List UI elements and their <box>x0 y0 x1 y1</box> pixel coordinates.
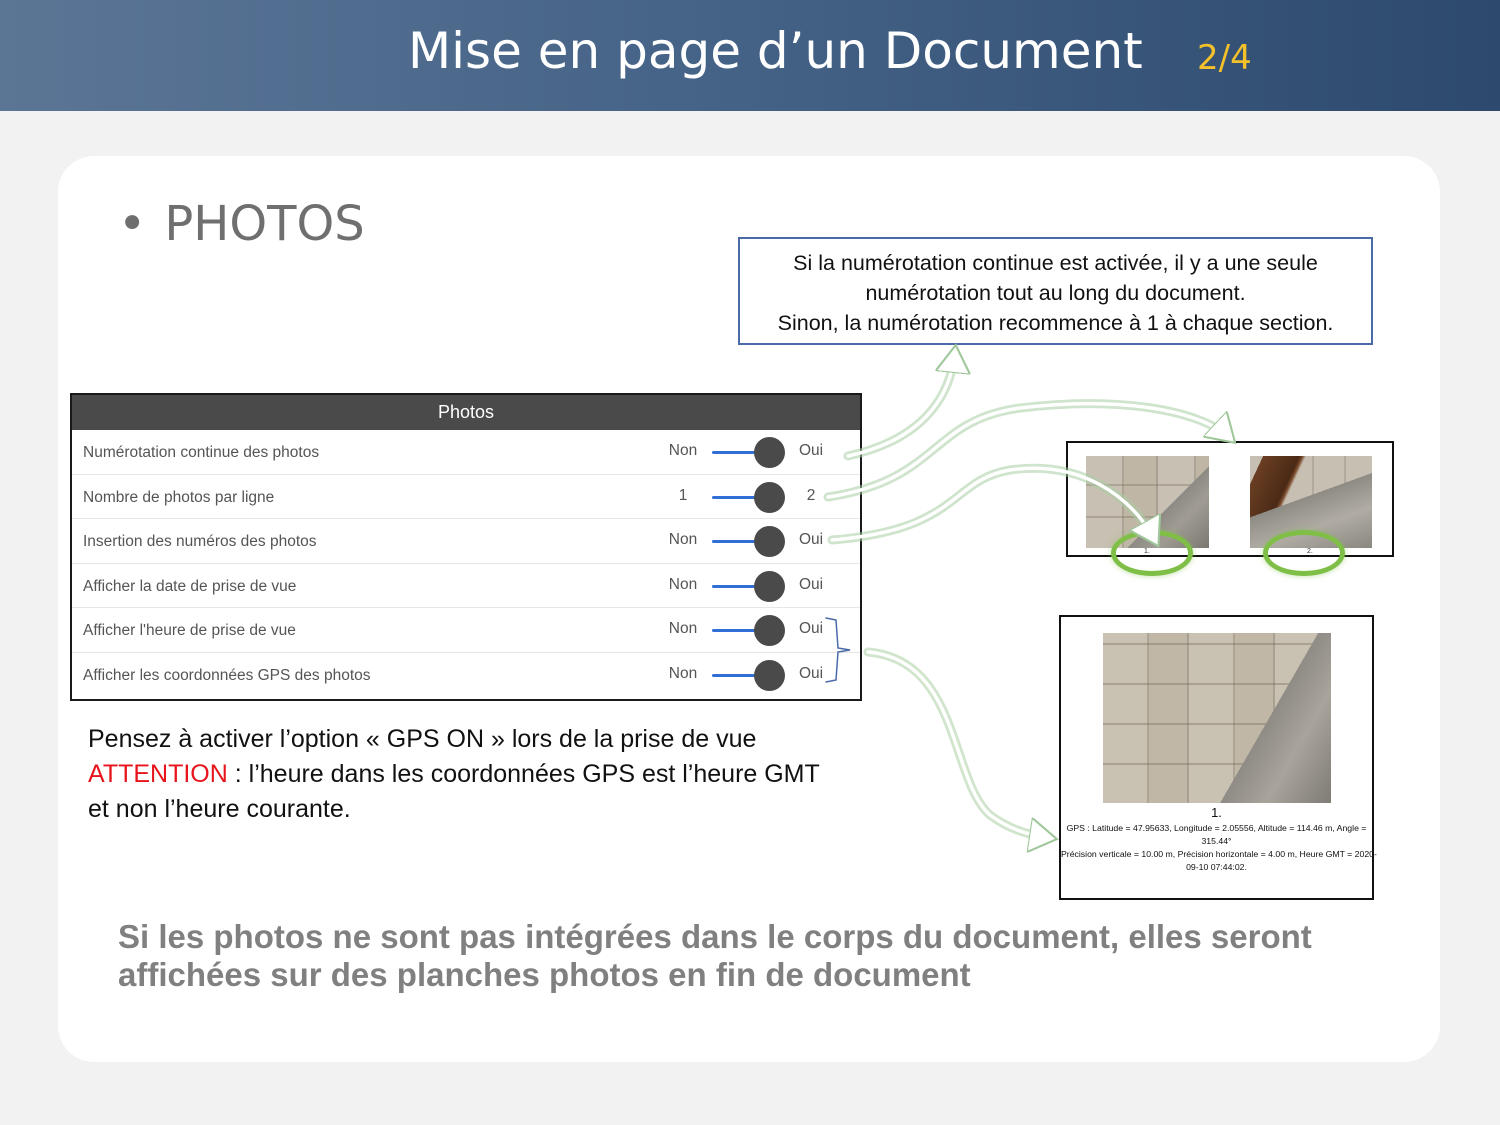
setting-row-show-gps: Afficher les coordonnées GPS des photos … <box>72 653 860 698</box>
toggle-knob[interactable] <box>754 659 785 691</box>
toggle-off-label[interactable]: Non <box>663 665 703 683</box>
setting-label: Insertion des numéros des photos <box>83 533 317 551</box>
toggle-knob[interactable] <box>754 570 785 602</box>
note-line: ATTENTION : l’heure dans les coordonnées… <box>88 757 820 792</box>
info-line: Si la numérotation continue est activée,… <box>793 251 1318 275</box>
slide-header: Mise en page d’un Document 2/4 <box>0 0 1500 111</box>
gps-line: GPS : Latitude = 47.95633, Longitude = 2… <box>1066 823 1367 833</box>
slide-title: Mise en page d’un Document <box>408 22 1143 80</box>
photo-number: 1. <box>1211 805 1222 820</box>
toggle-on-label[interactable]: Oui <box>794 620 828 638</box>
setting-label: Nombre de photos par ligne <box>83 488 275 506</box>
section-title: • PHOTOS <box>118 196 365 252</box>
note-line: et non l’heure courante. <box>88 795 351 823</box>
footer-line: Si les photos ne sont pas intégrées dans… <box>118 918 1312 955</box>
highlight-circle <box>1263 530 1345 576</box>
toggle-off-label[interactable]: Non <box>663 576 703 594</box>
photos-settings-panel: Photos Numérotation continue des photos … <box>70 393 862 701</box>
numbering-info-box: Si la numérotation continue est activée,… <box>738 237 1373 345</box>
toggle-on-label[interactable]: Oui <box>794 531 828 549</box>
setting-label: Afficher la date de prise de vue <box>83 577 297 595</box>
setting-row-insert-numbers: Insertion des numéros des photos Non Oui <box>72 519 860 564</box>
toggle-on-label[interactable]: Oui <box>794 442 828 460</box>
info-line: Sinon, la numérotation recommence à 1 à … <box>777 311 1334 335</box>
page-number: 2/4 <box>1197 38 1252 78</box>
note-text: : l’heure dans les coordonnées GPS est l… <box>227 760 820 788</box>
gps-line: 09-10 07:44:02. <box>1186 862 1247 872</box>
warning-label: ATTENTION <box>88 760 228 788</box>
toggle-knob[interactable] <box>754 437 785 468</box>
setting-row-photos-per-line: Nombre de photos par ligne 1 2 <box>72 475 860 520</box>
toggle-knob[interactable] <box>754 615 785 647</box>
setting-label: Numérotation continue des photos <box>83 444 320 461</box>
toggle-on-label[interactable]: Oui <box>794 576 828 594</box>
toggle-on-label[interactable]: 2 <box>794 487 828 505</box>
toggle-off-label[interactable]: Non <box>663 531 703 549</box>
gps-caption: GPS : Latitude = 47.95633, Longitude = 2… <box>1061 822 1377 874</box>
photo-thumbnail <box>1103 633 1331 803</box>
toggle-knob[interactable] <box>754 526 785 558</box>
footer-text: Si les photos ne sont pas intégrées dans… <box>118 918 1312 994</box>
gps-note: Pensez à activer l’option « GPS ON » lor… <box>88 722 820 827</box>
gps-line: Précision verticale = 10.00 m, Précision… <box>1061 849 1377 859</box>
toggle-knob[interactable] <box>754 481 785 513</box>
setting-label: Afficher l'heure de prise de vue <box>83 622 296 640</box>
info-line: numérotation tout au long du document. <box>865 281 1246 305</box>
setting-row-continuous-numbering: Numérotation continue des photos Non Oui <box>72 430 860 475</box>
toggle-off-label[interactable]: Non <box>663 442 703 460</box>
bullet-icon: • <box>118 196 147 252</box>
gps-photo-preview: 1. GPS : Latitude = 47.95633, Longitude … <box>1059 615 1377 900</box>
footer-line: affichées sur des planches photos en fin… <box>118 956 971 993</box>
section-title-text: PHOTOS <box>164 196 365 252</box>
toggle-on-label[interactable]: Oui <box>794 665 828 683</box>
panel-title: Photos <box>72 395 860 430</box>
two-photos-preview: 1. 2. <box>1066 441 1394 557</box>
toggle-off-label[interactable]: Non <box>663 620 703 638</box>
note-line: Pensez à activer l’option « GPS ON » lor… <box>88 725 757 753</box>
toggle-off-label[interactable]: 1 <box>663 487 703 505</box>
highlight-circle <box>1111 530 1193 576</box>
setting-row-show-time: Afficher l'heure de prise de vue Non Oui <box>72 608 860 653</box>
setting-label: Afficher les coordonnées GPS des photos <box>83 666 371 684</box>
gps-line: 315.44° <box>1201 836 1232 846</box>
setting-row-show-date: Afficher la date de prise de vue Non Oui <box>72 564 860 609</box>
